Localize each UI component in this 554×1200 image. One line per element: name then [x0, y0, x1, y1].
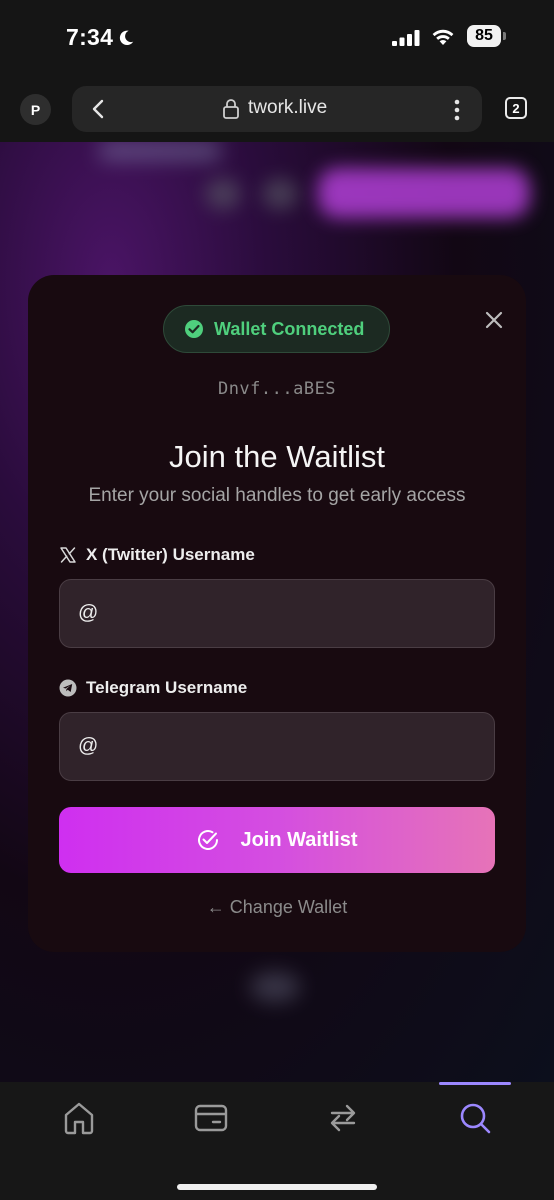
blurred-button	[318, 168, 530, 218]
search-icon[interactable]	[457, 1100, 493, 1136]
check-circle-icon	[185, 320, 203, 338]
wifi-icon	[432, 29, 454, 45]
status-bar: 7:34 85	[0, 0, 554, 76]
swap-icon[interactable]	[325, 1100, 361, 1136]
browser-toolbar: P twork.live 2	[0, 76, 554, 142]
close-icon[interactable]	[484, 310, 504, 330]
waitlist-modal: Wallet Connected Dnvf...aBES Join the Wa…	[28, 275, 526, 952]
telegram-username-input[interactable]	[59, 712, 495, 781]
moon-icon	[120, 30, 134, 45]
lock-icon	[223, 99, 239, 119]
twitter-label-text: X (Twitter) Username	[86, 545, 255, 564]
profile-avatar[interactable]: P	[20, 94, 51, 125]
telegram-label-text: Telegram Username	[86, 678, 248, 697]
time-text: 7:34	[66, 24, 114, 50]
change-wallet-link[interactable]: ← Change Wallet	[28, 897, 526, 918]
wallet-icon[interactable]	[193, 1100, 229, 1136]
modal-title: Join the Waitlist	[169, 439, 385, 474]
twitter-username-input[interactable]	[59, 579, 495, 648]
blurred-element	[100, 142, 220, 160]
blurred-element	[205, 178, 241, 210]
blurred-element	[262, 178, 298, 210]
join-button-label: Join Waitlist	[240, 828, 358, 851]
telegram-icon	[59, 679, 77, 697]
home-indicator	[177, 1184, 377, 1190]
wallet-address: Dnvf...aBES	[217, 379, 337, 399]
twitter-field-label: X (Twitter) Username	[59, 545, 255, 565]
telegram-field-label: Telegram Username	[59, 678, 247, 698]
back-chevron-icon[interactable]	[88, 98, 110, 120]
cellular-signal-icon	[392, 30, 420, 46]
battery-nub	[503, 32, 506, 40]
battery-indicator: 85	[467, 25, 501, 47]
address-bar[interactable]: twork.live	[72, 86, 482, 132]
wallet-connected-badge: Wallet Connected	[163, 305, 390, 353]
status-time: 7:34	[66, 24, 135, 51]
active-tab-indicator	[439, 1082, 511, 1085]
bottom-navigation	[0, 1082, 554, 1200]
modal-subtitle: Enter your social handles to get early a…	[88, 485, 466, 506]
battery-level: 85	[475, 27, 493, 44]
profile-initial: P	[30, 101, 41, 118]
join-waitlist-button[interactable]: Join Waitlist	[59, 807, 495, 873]
badge-text: Wallet Connected	[214, 318, 365, 339]
home-icon[interactable]	[61, 1100, 97, 1136]
blurred-element	[250, 972, 300, 1002]
more-options-icon[interactable]	[449, 98, 465, 122]
url-text: twork.live	[248, 97, 328, 118]
tab-switcher-button[interactable]: 2	[505, 97, 527, 119]
tab-count: 2	[512, 100, 520, 116]
check-circle-outline-icon	[198, 830, 219, 850]
x-logo-icon	[60, 547, 76, 563]
